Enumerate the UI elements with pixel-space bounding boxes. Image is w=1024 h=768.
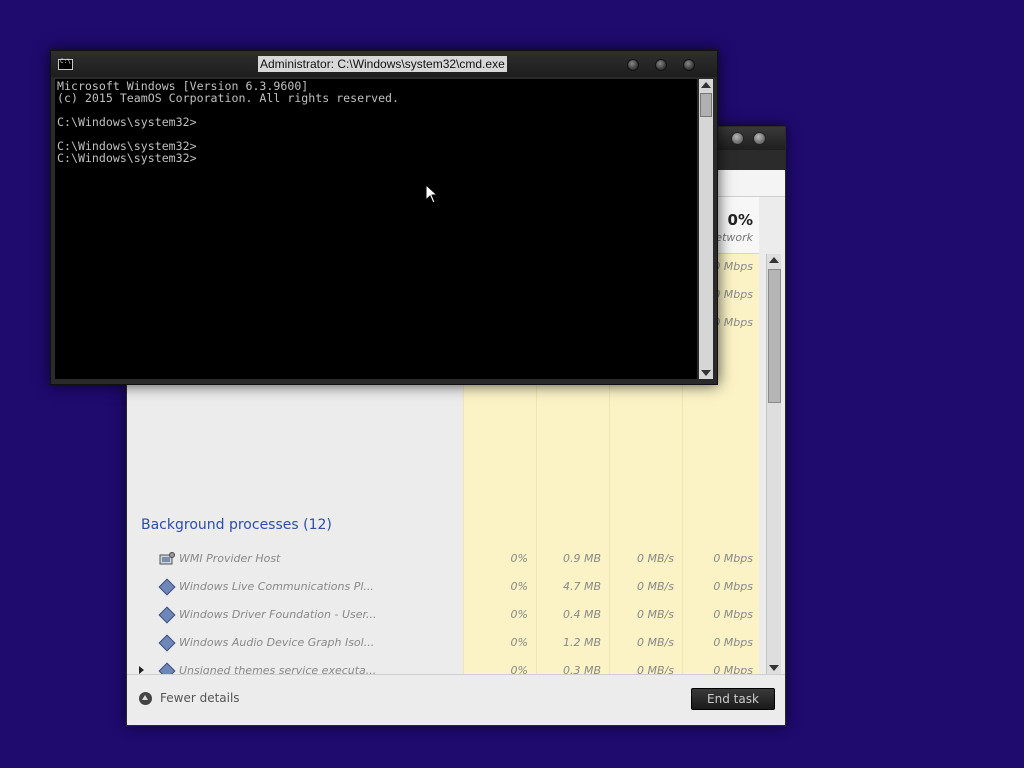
- cpu-value: 0%: [510, 664, 528, 674]
- network-value: 0 Mbps: [713, 316, 753, 329]
- cmd-window-title: Administrator: C:\Windows\system32\cmd.e…: [258, 56, 507, 72]
- network-value: 0 Mbps: [713, 552, 753, 565]
- maximize-button[interactable]: [753, 132, 766, 145]
- memory-value: 1.2 MB: [562, 636, 601, 649]
- network-value: 0 Mbps: [713, 608, 753, 621]
- service-icon: [158, 606, 176, 624]
- console-text: Microsoft Windows [Version 6.3.9600] (c)…: [57, 79, 400, 165]
- expand-arrow-icon[interactable]: [139, 666, 144, 674]
- disk-value: 0 MB/s: [637, 608, 674, 621]
- process-name: Windows Driver Foundation - User...: [179, 608, 377, 621]
- network-value: 0 Mbps: [713, 580, 753, 593]
- network-value: 0 Mbps: [713, 636, 753, 649]
- network-value: 0 Mbps: [713, 664, 753, 674]
- disk-value: 0 MB/s: [637, 552, 674, 565]
- minimize-button[interactable]: [627, 59, 639, 71]
- disk-value: 0 MB/s: [637, 664, 674, 674]
- scroll-up-arrow-icon[interactable]: [701, 82, 711, 88]
- memory-value: 0.3 MB: [562, 664, 601, 674]
- task-manager-footer: Fewer details End task: [127, 674, 785, 725]
- scroll-down-arrow-icon[interactable]: [701, 370, 711, 376]
- mouse-pointer-icon: [426, 185, 438, 204]
- disk-value: 0 MB/s: [637, 580, 674, 593]
- service-icon: [158, 578, 176, 596]
- scroll-up-arrow-icon[interactable]: [769, 257, 779, 263]
- cpu-value: 0%: [510, 580, 528, 593]
- chevron-up-icon: [139, 691, 152, 705]
- network-value: 0 Mbps: [713, 288, 753, 301]
- service-icon: [158, 662, 176, 674]
- scrollbar-thumb[interactable]: [768, 269, 781, 403]
- minimize-button[interactable]: [731, 132, 744, 145]
- process-name: Unsigned themes service executa...: [179, 664, 377, 674]
- network-value: 0 Mbps: [713, 260, 753, 273]
- cpu-value: 0%: [510, 608, 528, 621]
- maximize-button[interactable]: [655, 59, 667, 71]
- scrollbar-thumb[interactable]: [700, 93, 712, 117]
- cpu-value: 0%: [510, 552, 528, 565]
- memory-value: 0.9 MB: [562, 552, 601, 565]
- cpu-value: 0%: [510, 636, 528, 649]
- service-icon: [158, 634, 176, 652]
- cmd-app-icon[interactable]: [58, 58, 73, 70]
- network-column-header[interactable]: 0% etwork: [713, 197, 759, 253]
- cmd-titlebar[interactable]: Administrator: C:\Windows\system32\cmd.e…: [51, 51, 717, 77]
- end-task-button[interactable]: End task: [691, 688, 775, 710]
- memory-value: 0.4 MB: [562, 608, 601, 621]
- process-list-scrollbar[interactable]: [766, 254, 781, 674]
- wmi-icon: [159, 551, 175, 567]
- scroll-down-arrow-icon[interactable]: [769, 665, 779, 671]
- fewer-details-button[interactable]: Fewer details: [139, 691, 240, 705]
- table-row[interactable]: Unsigned themes service executa... 0% 0.3 …: [131, 657, 759, 674]
- console-scrollbar[interactable]: [699, 79, 713, 379]
- process-name: WMI Provider Host: [179, 552, 281, 565]
- cmd-window: Administrator: C:\Windows\system32\cmd.e…: [50, 50, 718, 385]
- table-row[interactable]: Windows Driver Foundation - User... 0% 0.4…: [131, 601, 759, 629]
- table-row[interactable]: Windows Live Communications Pl... 0% 4.7 M…: [131, 573, 759, 601]
- group-title-background-processes: Background processes (12): [141, 517, 332, 533]
- table-row[interactable]: WMI Provider Host 0% 0.9 MB 0 MB/s 0 Mbps: [131, 545, 759, 573]
- process-name: Windows Audio Device Graph Isol...: [179, 636, 375, 649]
- close-button[interactable]: [683, 59, 695, 71]
- memory-value: 4.7 MB: [562, 580, 601, 593]
- network-label: etwork: [715, 231, 753, 244]
- process-name: Windows Live Communications Pl...: [179, 580, 374, 593]
- fewer-details-label: Fewer details: [160, 691, 240, 705]
- console-output[interactable]: Microsoft Windows [Version 6.3.9600] (c)…: [55, 79, 697, 379]
- network-percent: 0%: [727, 211, 753, 229]
- disk-value: 0 MB/s: [637, 636, 674, 649]
- table-row[interactable]: Windows Audio Device Graph Isol... 0% 1.2 …: [131, 629, 759, 657]
